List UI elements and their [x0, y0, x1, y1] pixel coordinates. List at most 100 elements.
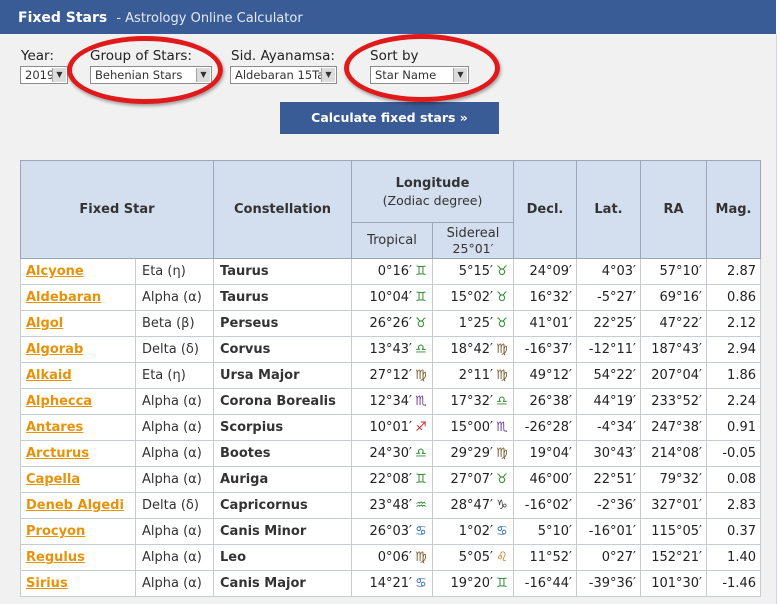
star-link[interactable]: Alcyone: [26, 264, 84, 279]
sidereal-value: 5°05′: [458, 550, 493, 565]
star-designation: Alpha (α): [135, 388, 214, 415]
star-cell: Deneb Algedi: [20, 492, 136, 519]
ra-cell: 101°30′: [640, 570, 707, 597]
mag-cell: 0.86: [706, 284, 761, 311]
group-select[interactable]: Behenian Stars ▼: [90, 66, 212, 84]
ra-cell: 79°32′: [640, 466, 707, 493]
star-link[interactable]: Capella: [26, 472, 80, 487]
star-link[interactable]: Procyon: [26, 524, 85, 539]
col-header-tropical[interactable]: Tropical: [351, 222, 433, 259]
col-header-lat[interactable]: Lat.: [576, 160, 641, 259]
mag-cell: 2.12: [706, 310, 761, 337]
constellation-cell: Taurus: [213, 258, 352, 285]
star-link[interactable]: Antares: [26, 420, 83, 435]
chevron-down-icon[interactable]: ▼: [453, 68, 467, 82]
table-row: Alkaid Eta (η) Ursa Major 27°12′ ♍ 2°11′ ♍ 49°1…: [20, 362, 761, 389]
tropical-value: 26°26′: [369, 316, 412, 331]
decl-cell: 41°01′: [513, 310, 577, 337]
libra-icon: ♎: [496, 394, 508, 409]
col-header-ra[interactable]: RA: [640, 160, 707, 259]
col-header-fixed-star[interactable]: Fixed Star: [20, 160, 214, 259]
sort-value: Star Name: [375, 68, 437, 82]
constellation-cell: Capricornus: [213, 492, 352, 519]
star-link[interactable]: Arcturus: [26, 446, 89, 461]
star-designation: Alpha (α): [135, 466, 214, 493]
star-link[interactable]: Alkaid: [26, 368, 72, 383]
sidereal-value: 19°20′: [450, 576, 493, 591]
table-body: Alcyone Eta (η) Taurus 0°16′ ♊ 5°15′ ♉ 24°09′ 4°…: [20, 258, 761, 597]
star-link[interactable]: Deneb Algedi: [26, 498, 124, 513]
chevron-down-icon[interactable]: ▼: [196, 68, 210, 82]
tropical-cell: 27°12′ ♍: [351, 362, 433, 389]
virgo-icon: ♍: [415, 368, 427, 383]
mag-cell: -1.46: [706, 570, 761, 597]
decl-cell: 11°52′: [513, 544, 577, 571]
star-link[interactable]: Algol: [26, 316, 63, 331]
col-header-mag[interactable]: Mag.: [706, 160, 761, 259]
chevron-down-icon[interactable]: ▼: [52, 68, 66, 82]
ra-cell: 233°52′: [640, 388, 707, 415]
sidereal-cell: 17°32′ ♎: [432, 388, 514, 415]
table-row: Aldebaran Alpha (α) Taurus 10°04′ ♊ 15°02′ ♉ 16…: [20, 284, 761, 311]
ra-cell: 247°38′: [640, 414, 707, 441]
fixed-stars-table: Fixed Star Constellation Longitude (Zodi…: [20, 160, 761, 597]
tropical-value: 24°30′: [369, 446, 412, 461]
star-link[interactable]: Algorab: [26, 342, 83, 357]
mag-cell: 1.86: [706, 362, 761, 389]
col-header-constellation[interactable]: Constellation: [213, 160, 352, 259]
taurus-icon: ♉: [496, 472, 508, 487]
star-link[interactable]: Regulus: [26, 550, 85, 565]
sidereal-ayanamsa: 25°01′: [452, 240, 494, 256]
sort-select[interactable]: Star Name ▼: [370, 66, 469, 84]
tropical-value: 13°43′: [369, 342, 412, 357]
cancer-icon: ♋: [415, 524, 427, 539]
calculate-button[interactable]: Calculate fixed stars »: [280, 102, 499, 134]
col-header-sidereal[interactable]: Sidereal 25°01′: [432, 222, 514, 259]
virgo-icon: ♍: [496, 342, 508, 357]
decl-cell: -16°02′: [513, 492, 577, 519]
ra-cell: 327°01′: [640, 492, 707, 519]
mag-cell: 0.91: [706, 414, 761, 441]
star-designation: Alpha (α): [135, 440, 214, 467]
taurus-icon: ♉: [496, 264, 508, 279]
sidereal-value: 17°32′: [450, 394, 493, 409]
taurus-icon: ♉: [415, 316, 427, 331]
table-row: Regulus Alpha (α) Leo 0°06′ ♍ 5°05′ ♌ 11°52′ 0°2…: [20, 544, 761, 571]
star-cell: Capella: [20, 466, 136, 493]
star-link[interactable]: Alphecca: [26, 394, 92, 409]
table-row: Alphecca Alpha (α) Corona Borealis 12°34′ ♏ 1…: [20, 388, 761, 415]
sidereal-value: 1°02′: [458, 524, 493, 539]
mag-cell: 0.08: [706, 466, 761, 493]
decl-cell: 49°12′: [513, 362, 577, 389]
col-header-decl[interactable]: Decl.: [513, 160, 577, 259]
table-row: Alcyone Eta (η) Taurus 0°16′ ♊ 5°15′ ♉ 24°09′ 4°…: [20, 258, 761, 285]
lat-cell: 54°22′: [576, 362, 641, 389]
sidereal-cell: 27°07′ ♉: [432, 466, 514, 493]
scorpio-icon: ♏: [496, 420, 508, 435]
mag-cell: -0.05: [706, 440, 761, 467]
virgo-icon: ♍: [415, 550, 427, 565]
star-designation: Alpha (α): [135, 544, 214, 571]
ra-cell: 187°43′: [640, 336, 707, 363]
decl-cell: 16°32′: [513, 284, 577, 311]
lat-cell: -2°36′: [576, 492, 641, 519]
year-value: 2019: [25, 68, 55, 82]
year-select[interactable]: 2019 ▼: [20, 66, 68, 84]
libra-icon: ♎: [415, 342, 427, 357]
tropical-value: 27°12′: [369, 368, 412, 383]
group-label: Group of Stars:: [90, 48, 192, 64]
ra-cell: 47°22′: [640, 310, 707, 337]
sidereal-value: 5°15′: [458, 264, 493, 279]
ayanamsa-select[interactable]: Aldebaran 15Tau ▼: [230, 66, 337, 84]
leo-icon: ♌: [496, 550, 508, 565]
gemini-icon: ♊: [496, 576, 508, 591]
sidereal-cell: 15°00′ ♏: [432, 414, 514, 441]
star-cell: Algorab: [20, 336, 136, 363]
tropical-cell: 22°08′ ♊: [351, 466, 433, 493]
chevron-down-icon[interactable]: ▼: [321, 68, 335, 82]
star-link[interactable]: Sirius: [26, 576, 68, 591]
star-designation: Alpha (α): [135, 518, 214, 545]
ra-cell: 214°08′: [640, 440, 707, 467]
table-row: Capella Alpha (α) Auriga 22°08′ ♊ 27°07′ ♉ 46°0…: [20, 466, 761, 493]
star-link[interactable]: Aldebaran: [26, 290, 101, 305]
